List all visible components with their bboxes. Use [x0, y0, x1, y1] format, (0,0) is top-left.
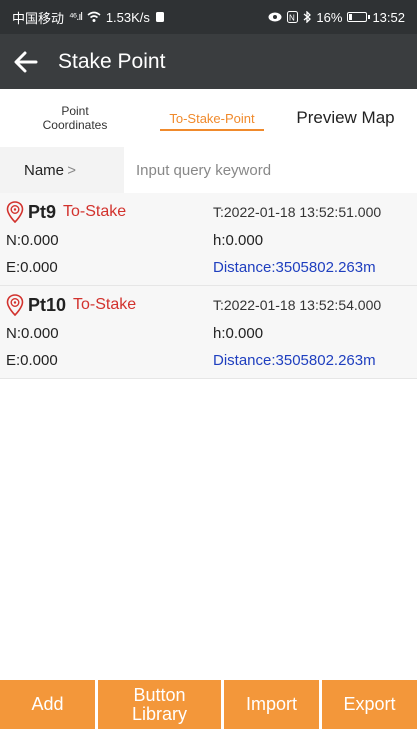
- active-tab-indicator: [160, 129, 264, 131]
- notification-icon: [155, 12, 164, 22]
- button-library-button[interactable]: Button Library: [98, 680, 221, 729]
- point-timestamp: T:2022-01-18 13:52:51.000: [213, 204, 382, 220]
- tab-bar: Point Coordinates To-Stake-Point Preview…: [0, 89, 417, 148]
- export-button[interactable]: Export: [322, 680, 417, 729]
- bottom-toolbar: Add Button Library Import Export: [0, 680, 417, 729]
- tab-label: Preview Map: [296, 108, 395, 127]
- network-speed: 1.53K/s: [105, 9, 150, 25]
- eye-icon: [268, 12, 282, 22]
- point-easting: E:0.000: [6, 351, 58, 369]
- point-status: To-Stake: [73, 296, 137, 313]
- svg-text:N: N: [289, 14, 295, 23]
- chevron-right-icon: >: [67, 161, 76, 179]
- search-field-label: Name: [24, 161, 65, 179]
- tab-point-coordinates[interactable]: Point Coordinates: [0, 89, 150, 147]
- import-button[interactable]: Import: [224, 680, 319, 729]
- point-easting: E:0.000: [6, 258, 58, 276]
- point-status: To-Stake: [63, 203, 127, 220]
- stake-point-list: Pt9 To-Stake T:2022-01-18 13:52:51.000 N…: [0, 193, 417, 379]
- point-distance: Distance:3505802.263m: [213, 258, 376, 276]
- add-button[interactable]: Add: [0, 680, 95, 729]
- point-name: Pt10: [28, 294, 67, 315]
- clock: 13:52: [372, 9, 405, 25]
- tab-to-stake-point[interactable]: To-Stake-Point: [150, 89, 274, 147]
- point-height: h:0.000: [213, 324, 264, 342]
- back-arrow-icon: [14, 51, 38, 72]
- app-bar: Stake Point: [0, 34, 417, 89]
- battery-icon: [347, 12, 371, 22]
- point-northing: N:0.000: [6, 324, 59, 342]
- search-field-selector[interactable]: Name >: [0, 162, 90, 179]
- tab-preview-map[interactable]: Preview Map: [274, 89, 417, 147]
- location-pin-icon: [6, 201, 24, 223]
- wifi-icon: [87, 11, 101, 22]
- page-title: Stake Point: [58, 49, 166, 73]
- search-bar: Name >: [0, 147, 417, 193]
- bluetooth-icon: [304, 11, 312, 23]
- tab-label: Point Coordinates: [42, 104, 108, 132]
- list-item[interactable]: Pt10 To-Stake T:2022-01-18 13:52:54.000 …: [0, 286, 417, 379]
- point-height: h:0.000: [213, 231, 264, 249]
- back-button[interactable]: [0, 34, 52, 89]
- location-pin-icon: [6, 294, 24, 316]
- battery-percent: 16%: [316, 9, 343, 25]
- point-name: Pt9: [28, 201, 57, 222]
- search-input[interactable]: [124, 147, 417, 193]
- signal-icon: ⁴⁶.ıl: [69, 11, 83, 23]
- point-northing: N:0.000: [6, 231, 59, 249]
- tab-label: To-Stake-Point: [169, 110, 255, 126]
- nfc-icon: N: [287, 11, 299, 23]
- list-item[interactable]: Pt9 To-Stake T:2022-01-18 13:52:51.000 N…: [0, 193, 417, 286]
- point-timestamp: T:2022-01-18 13:52:54.000: [213, 297, 382, 313]
- carrier-label: 中国移动: [12, 10, 65, 26]
- status-bar: 中国移动 ⁴⁶.ıl 1.53K/s N 16% 13:52: [0, 0, 417, 34]
- status-bar-left: 中国移动 ⁴⁶.ıl 1.53K/s: [12, 8, 165, 27]
- status-bar-right: N 16% 13:52: [268, 10, 405, 25]
- point-distance: Distance:3505802.263m: [213, 351, 376, 369]
